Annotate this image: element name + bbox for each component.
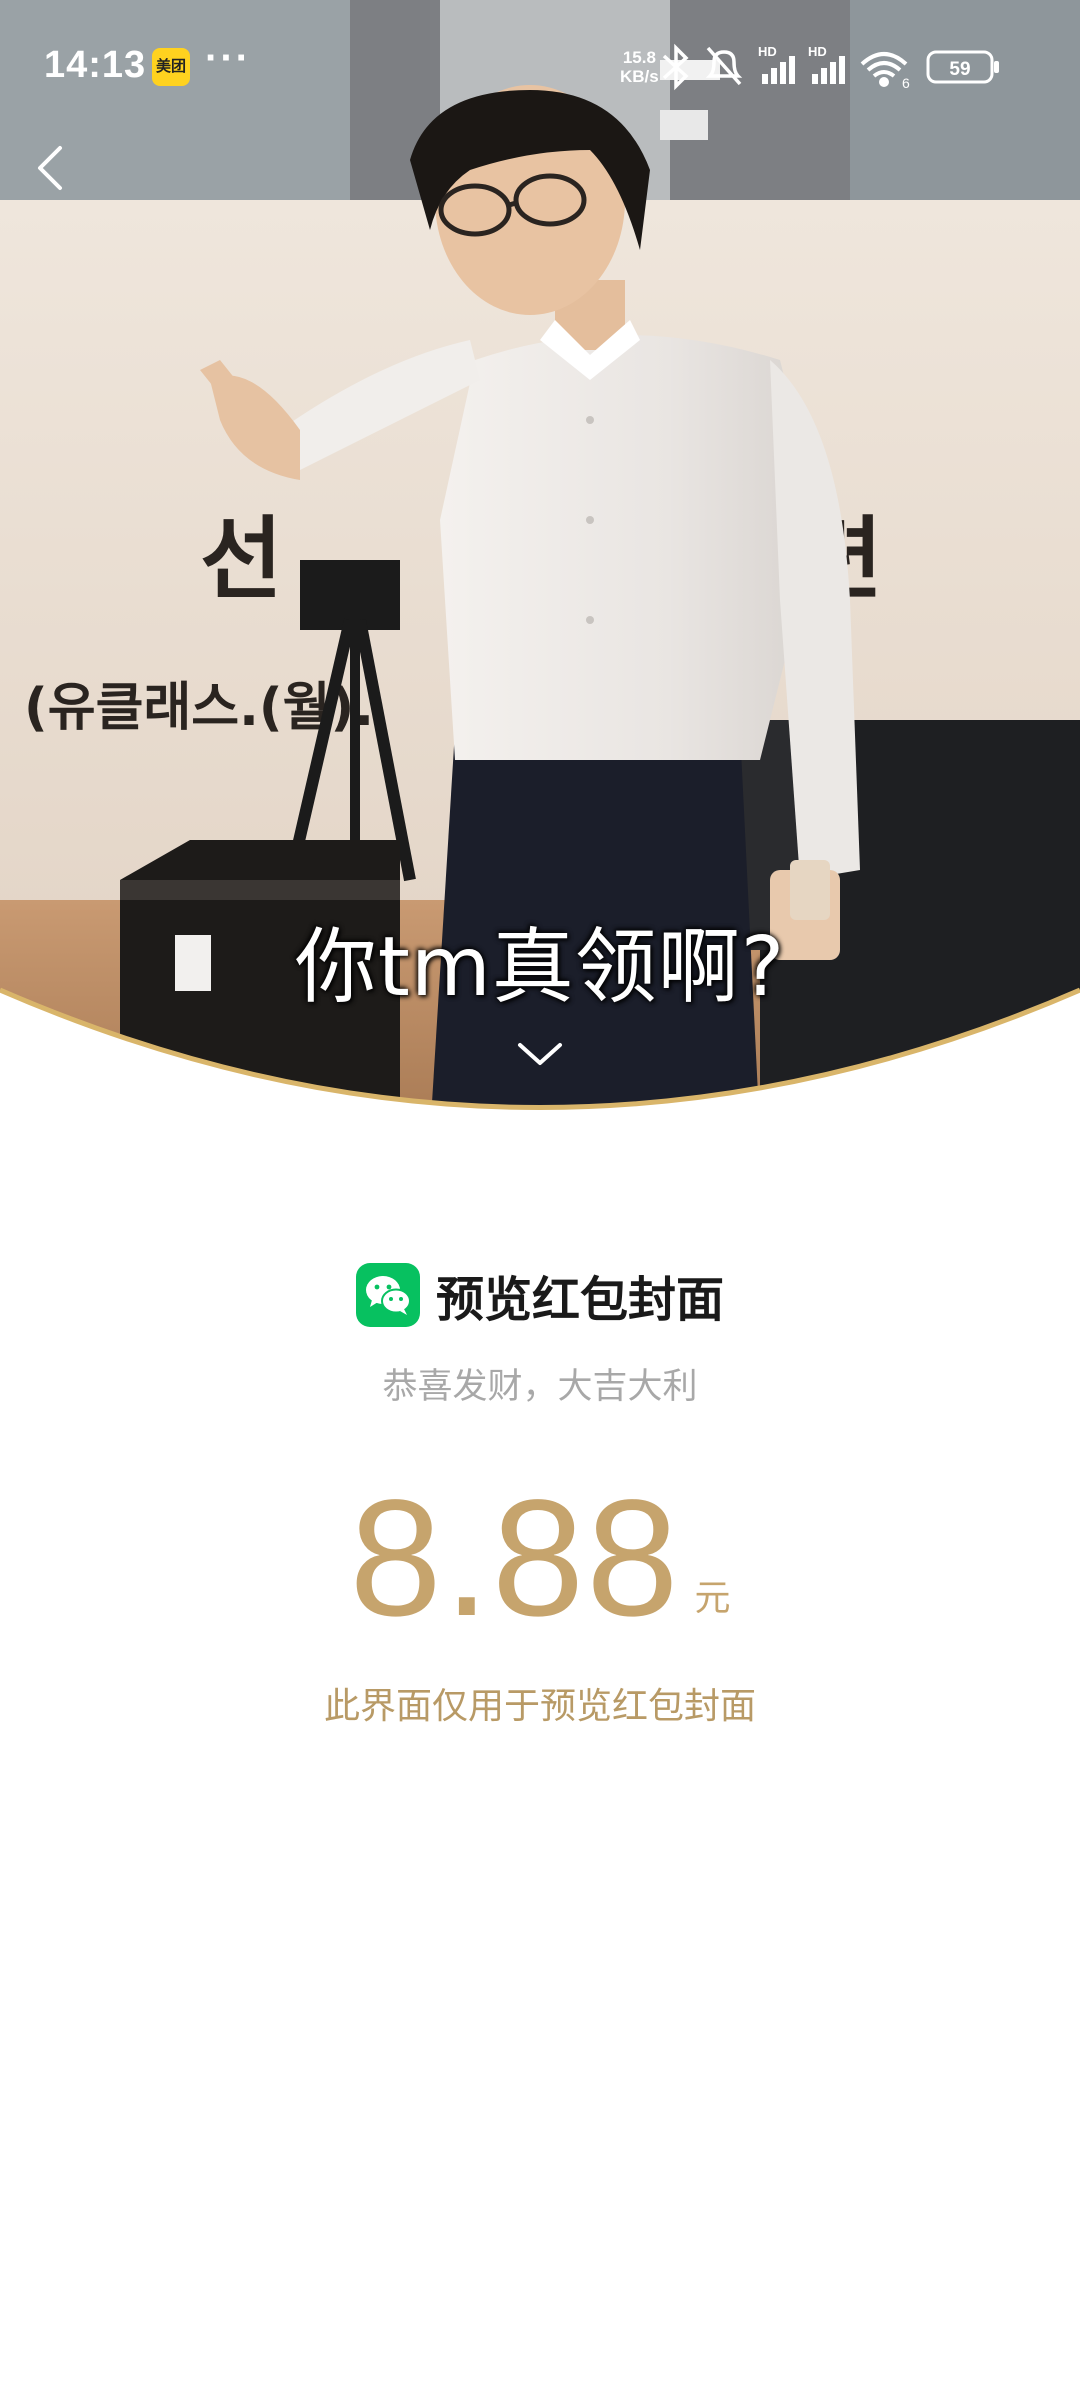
chevron-down-icon xyxy=(518,1043,562,1065)
amount-value: 8.88 xyxy=(349,1466,681,1651)
svg-text:HD: HD xyxy=(808,44,827,59)
net-speed-unit: KB/s xyxy=(620,67,659,86)
signal-hd2-icon: HD xyxy=(808,44,845,84)
net-speed: 15.8 KB/s xyxy=(620,48,659,86)
bluetooth-icon xyxy=(662,43,689,91)
net-speed-value: 15.8 xyxy=(622,48,656,67)
amount-row: 8.88 元 xyxy=(0,1466,1080,1651)
back-button[interactable] xyxy=(26,140,82,196)
red-packet-cover: 선 련 (유클래스.(월). xyxy=(0,0,1080,1135)
cover-caption: 你tm真领啊? xyxy=(294,920,786,1015)
wechat-icon xyxy=(355,1263,420,1327)
wifi-icon xyxy=(860,52,908,87)
title-row: 预览红包封面 xyxy=(0,1260,1080,1330)
svg-text:59: 59 xyxy=(949,59,970,80)
status-bar: 14:13 美团 ··· 15.8 KB/s HD HD 6 59 xyxy=(0,0,1080,130)
greeting-text: 恭喜发财，大吉大利 xyxy=(382,1367,698,1407)
meituan-app-icon: 美团 xyxy=(152,48,190,86)
preview-note: 此界面仅用于预览红包封面 xyxy=(323,1686,756,1727)
status-more-icon: ··· xyxy=(205,36,251,80)
amount-unit: 元 xyxy=(694,1578,731,1619)
wall-sign-left: 선 xyxy=(200,507,283,612)
mute-bell-icon xyxy=(705,46,743,86)
chevron-left-icon xyxy=(38,146,62,190)
page-title: 预览红包封面 xyxy=(435,1272,724,1328)
svg-text:6: 6 xyxy=(902,75,910,91)
expand-button[interactable] xyxy=(512,1035,568,1075)
battery-icon: 59 xyxy=(926,50,999,84)
preview-info: 预览红包封面 恭喜发财，大吉大利 8.88 元 此界面仅用于预览红包封面 xyxy=(0,1260,1080,1729)
svg-text:HD: HD xyxy=(758,44,777,59)
status-time: 14:13 xyxy=(44,44,147,86)
status-icons: HD HD 6 59 xyxy=(662,43,999,91)
signal-hd1-icon: HD xyxy=(758,44,795,84)
